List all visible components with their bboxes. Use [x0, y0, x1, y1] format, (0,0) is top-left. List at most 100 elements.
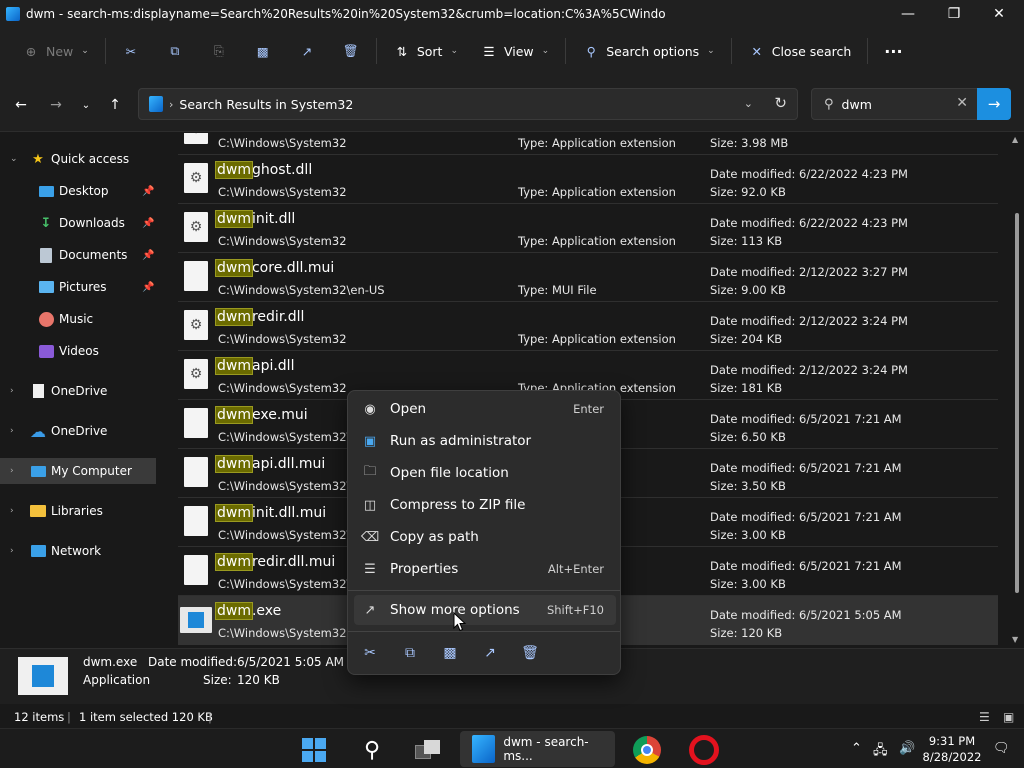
- window-title: dwm - search-ms:displayname=Search%20Res…: [26, 7, 666, 21]
- address-bar[interactable]: › Search Results in System32 ⌄ ↻: [138, 88, 798, 120]
- start-button[interactable]: [296, 733, 332, 767]
- file-row[interactable]: ⚙ dwmredir.dll C:\Windows\System32 Type:…: [178, 302, 998, 351]
- search-options-button[interactable]: ⚲ Search options ⌄: [574, 35, 723, 67]
- paste-button[interactable]: ⎘: [202, 35, 236, 67]
- nav-label: Videos: [59, 344, 99, 358]
- search-icon: ⚲: [824, 96, 834, 112]
- file-path: C:\Windows\System32\en-US: [218, 283, 385, 297]
- taskbar-clock[interactable]: 9:31 PM 8/28/2022: [912, 733, 992, 765]
- refresh-button[interactable]: ↻: [774, 94, 787, 112]
- nav-onedrive[interactable]: › ☁ OneDrive: [0, 418, 156, 444]
- nav-network[interactable]: › Network: [0, 538, 156, 564]
- taskbar-opera[interactable]: [686, 733, 722, 767]
- details-view-icon[interactable]: ☰: [979, 710, 993, 724]
- file-size: Size: 3.50 KB: [710, 479, 786, 493]
- chevron-right-icon: ›: [10, 386, 14, 396]
- nav-pictures[interactable]: Pictures 📌: [0, 274, 156, 300]
- nav-quick-access[interactable]: ⌄ ★ Quick access: [0, 146, 156, 172]
- chevron-up-icon[interactable]: ⌃: [851, 741, 862, 756]
- taskbar-file-explorer[interactable]: dwm - search-ms...: [460, 731, 615, 767]
- tiles-view-icon[interactable]: ▣: [1003, 710, 1017, 724]
- mui-file-icon: [184, 555, 208, 585]
- breadcrumb[interactable]: Search Results in System32: [179, 97, 353, 112]
- file-name: dwminit.dll: [215, 210, 296, 228]
- mui-file-icon: [184, 457, 208, 487]
- pin-icon[interactable]: 📌: [142, 186, 154, 197]
- menu-item-show-more-options[interactable]: ↗ Show more options Shift+F10: [354, 595, 616, 625]
- file-name: dwmcore.dll.mui: [215, 259, 335, 277]
- notification-icon[interactable]: 🗨: [993, 741, 1010, 756]
- pin-icon[interactable]: 📌: [142, 250, 154, 261]
- minimize-button[interactable]: —: [885, 0, 931, 28]
- vertical-scrollbar[interactable]: ▲ ▼: [1012, 135, 1020, 644]
- nav-downloads[interactable]: ↧ Downloads 📌: [0, 210, 156, 236]
- file-row[interactable]: ⚙ dwminit.dll C:\Windows\System32 Type: …: [178, 204, 998, 253]
- file-row[interactable]: ⚙ C:\Windows\System32 Type: Application …: [178, 133, 998, 155]
- chevron-down-icon: ⌄: [81, 99, 91, 111]
- nav-documents[interactable]: Documents 📌: [0, 242, 156, 268]
- copy-button[interactable]: ⧉: [158, 35, 192, 67]
- menu-delete-button[interactable]: 🗑: [516, 639, 544, 667]
- menu-item-open-file-location[interactable]: 🗀 Open file location: [354, 458, 616, 488]
- menu-item-compress-zip[interactable]: ◫ Compress to ZIP file: [354, 490, 616, 520]
- menu-cut-button[interactable]: ✂: [356, 639, 384, 667]
- file-date: Date modified: 6/5/2021 5:05 AM: [710, 608, 902, 622]
- menu-copy-button[interactable]: ⧉: [396, 639, 424, 667]
- address-dropdown-button[interactable]: ⌄: [744, 97, 753, 110]
- back-button[interactable]: ←: [10, 94, 32, 116]
- nav-desktop[interactable]: Desktop 📌: [0, 178, 156, 204]
- file-path: C:\Windows\System32: [218, 136, 347, 150]
- delete-button[interactable]: 🗑: [334, 35, 368, 67]
- toolbar-divider: [565, 38, 567, 64]
- opera-icon: [689, 735, 719, 765]
- pin-icon[interactable]: 📌: [142, 218, 154, 229]
- up-button[interactable]: ↑: [104, 94, 126, 116]
- search-input[interactable]: [841, 96, 942, 112]
- sort-button[interactable]: ⇅ Sort ⌄: [385, 35, 466, 67]
- menu-label: Open: [390, 401, 427, 417]
- file-date: Date modified: 6/22/2022 4:23 PM: [710, 167, 908, 181]
- recent-locations-button[interactable]: ⌄: [75, 94, 97, 116]
- menu-item-run-as-admin[interactable]: ▣ Run as administrator: [354, 426, 616, 456]
- pin-icon[interactable]: 📌: [142, 282, 154, 293]
- see-more-button[interactable]: ···: [876, 35, 910, 67]
- rename-button[interactable]: ▩: [246, 35, 280, 67]
- nav-music[interactable]: Music: [0, 306, 156, 332]
- nav-libraries[interactable]: › Libraries: [0, 498, 156, 524]
- nav-label: Downloads: [59, 216, 125, 230]
- nav-videos[interactable]: Videos: [0, 338, 156, 364]
- network-tray-icon[interactable]: 🖧: [873, 741, 888, 763]
- close-button[interactable]: ✕: [976, 0, 1022, 28]
- view-button[interactable]: ☰ View ⌄: [472, 35, 557, 67]
- forward-button[interactable]: →: [45, 94, 67, 116]
- file-name: dwm.exe: [215, 602, 282, 620]
- menu-rename-button[interactable]: ▩: [436, 639, 464, 667]
- nav-label: OneDrive: [51, 384, 108, 398]
- scroll-down-icon[interactable]: ▼: [1012, 635, 1018, 644]
- share-button[interactable]: ↗: [290, 35, 324, 67]
- close-search-button[interactable]: ✕ Close search: [740, 35, 860, 67]
- nav-my-computer[interactable]: › My Computer: [0, 458, 156, 484]
- nav-onedrive-personal[interactable]: › OneDrive: [0, 378, 156, 404]
- taskbar-chrome[interactable]: [629, 733, 665, 767]
- dll-file-icon: ⚙: [184, 133, 208, 144]
- nav-label: OneDrive: [51, 424, 108, 438]
- menu-item-copy-as-path[interactable]: ⌫ Copy as path: [354, 522, 616, 552]
- status-divider: |: [208, 710, 212, 724]
- file-row[interactable]: dwmcore.dll.mui C:\Windows\System32\en-U…: [178, 253, 998, 302]
- menu-item-open[interactable]: ◉ Open Enter: [354, 394, 616, 424]
- search-go-button[interactable]: →: [977, 88, 1011, 120]
- scrollbar-thumb[interactable]: [1015, 213, 1019, 593]
- menu-share-button[interactable]: ↗: [476, 639, 504, 667]
- scroll-up-icon[interactable]: ▲: [1012, 135, 1018, 144]
- file-row[interactable]: ⚙ dwmghost.dll C:\Windows\System32 Type:…: [178, 155, 998, 204]
- task-view-button[interactable]: [410, 733, 446, 767]
- menu-item-properties[interactable]: ☰ Properties Alt+Enter: [354, 554, 616, 584]
- clear-search-button[interactable]: ✕: [956, 95, 968, 111]
- dll-file-icon: ⚙: [184, 212, 208, 242]
- search-taskbar-button[interactable]: ⚲: [354, 733, 390, 767]
- close-search-label: Close search: [771, 43, 852, 59]
- new-button[interactable]: ⊕ New ⌄: [14, 35, 97, 67]
- maximize-button[interactable]: ❐: [931, 0, 977, 28]
- cut-button[interactable]: ✂: [114, 35, 148, 67]
